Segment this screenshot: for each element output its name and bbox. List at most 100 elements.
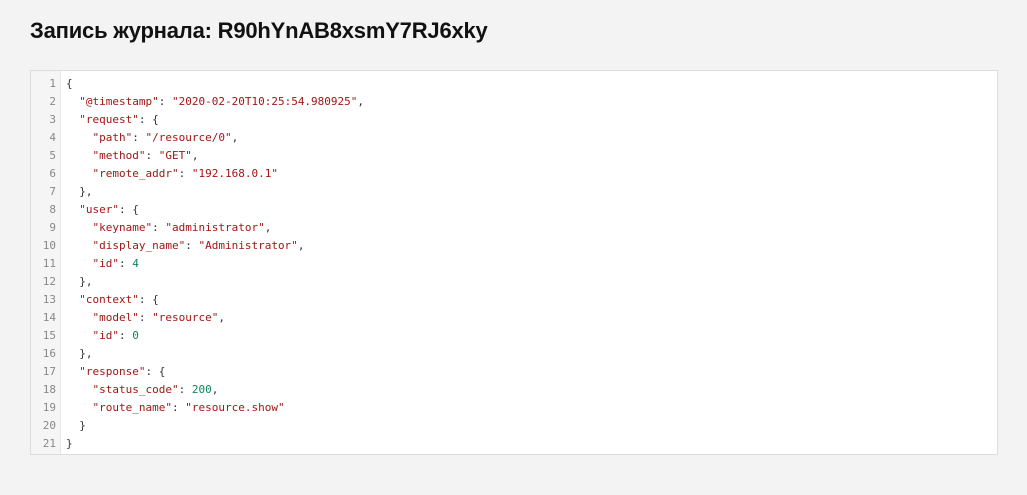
- code-line: 6 "remote_addr": "192.168.0.1": [31, 165, 997, 183]
- json-code-viewer[interactable]: 1{2 "@timestamp": "2020-02-20T10:25:54.9…: [30, 70, 998, 455]
- json-key: "model": [92, 311, 139, 324]
- json-string-value: "/resource/0": [145, 131, 232, 144]
- line-number: 2: [49, 95, 56, 108]
- json-punctuation: ,: [211, 383, 219, 396]
- json-punctuation: [66, 383, 93, 396]
- line-content: "request": {: [56, 111, 158, 129]
- code-line: 1{: [31, 75, 997, 93]
- line-content: },: [56, 273, 93, 291]
- json-punctuation: ,: [357, 95, 365, 108]
- json-key: "path": [92, 131, 133, 144]
- json-punctuation: :: [171, 401, 186, 414]
- line-content: "route_name": "resource.show": [56, 399, 285, 417]
- json-number-value: 200: [191, 383, 212, 396]
- code-line: 8 "user": {: [31, 201, 997, 219]
- json-punctuation: },: [66, 185, 93, 198]
- json-string-value: "resource": [152, 311, 219, 324]
- line-number: 13: [42, 293, 56, 306]
- json-punctuation: },: [66, 275, 93, 288]
- code-line: 3 "request": {: [31, 111, 997, 129]
- json-punctuation: [66, 239, 93, 252]
- json-string-value: "GET": [158, 149, 192, 162]
- json-punctuation: :: [178, 383, 192, 396]
- json-punctuation: :: [119, 257, 133, 270]
- code-line: 18 "status_code": 200,: [31, 381, 997, 399]
- line-content: "status_code": 200,: [56, 381, 219, 399]
- json-punctuation: [66, 257, 93, 270]
- line-number: 12: [42, 275, 56, 288]
- json-punctuation: :: [158, 95, 172, 108]
- json-punctuation: [66, 149, 93, 162]
- json-string-value: "resource.show": [185, 401, 285, 414]
- code-line: 19 "route_name": "resource.show": [31, 399, 997, 417]
- json-punctuation: ,: [218, 311, 225, 324]
- line-number: 1: [49, 77, 56, 90]
- code-line: 7 },: [31, 183, 997, 201]
- code-lines: 1{2 "@timestamp": "2020-02-20T10:25:54.9…: [31, 75, 997, 453]
- json-punctuation: }: [66, 437, 73, 450]
- json-punctuation: :: [185, 239, 199, 252]
- line-number: 11: [42, 257, 56, 270]
- json-punctuation: ,: [191, 149, 199, 162]
- line-content: "@timestamp": "2020-02-20T10:25:54.98092…: [56, 93, 364, 111]
- line-content: "display_name": "Administrator",: [56, 237, 305, 255]
- line-number: 4: [49, 131, 56, 144]
- json-punctuation: [66, 167, 93, 180]
- json-key: "remote_addr": [92, 167, 179, 180]
- line-content: }: [56, 435, 73, 453]
- line-content: },: [56, 345, 93, 363]
- json-key: "response": [79, 365, 146, 378]
- line-content: "response": {: [56, 363, 165, 381]
- json-key: "id": [92, 257, 120, 270]
- code-line: 14 "model": "resource",: [31, 309, 997, 327]
- json-punctuation: [66, 401, 93, 414]
- line-number: 10: [42, 239, 56, 252]
- line-number: 16: [42, 347, 56, 360]
- line-number: 19: [42, 401, 56, 414]
- code-line: 5 "method": "GET",: [31, 147, 997, 165]
- json-punctuation: : {: [145, 365, 166, 378]
- json-number-value: 0: [132, 329, 139, 342]
- json-punctuation: [66, 203, 79, 216]
- json-key: "@timestamp": [79, 95, 159, 108]
- code-line: 16 },: [31, 345, 997, 363]
- line-content: "model": "resource",: [56, 309, 225, 327]
- json-punctuation: [66, 221, 93, 234]
- json-punctuation: : {: [138, 293, 159, 306]
- json-punctuation: : {: [119, 203, 139, 216]
- json-key: "status_code": [92, 383, 179, 396]
- line-number: 14: [42, 311, 56, 324]
- json-punctuation: ,: [297, 239, 305, 252]
- line-content: {: [56, 75, 73, 93]
- json-punctuation: :: [152, 221, 166, 234]
- json-string-value: "2020-02-20T10:25:54.980925": [171, 95, 358, 108]
- line-content: "id": 0: [56, 327, 139, 345]
- line-content: "user": {: [56, 201, 139, 219]
- json-number-value: 4: [132, 257, 139, 270]
- code-line: 2 "@timestamp": "2020-02-20T10:25:54.980…: [31, 93, 997, 111]
- page-title: Запись журнала: R90hYnAB8xsmY7RJ6xky: [30, 18, 488, 43]
- line-content: "method": "GET",: [56, 147, 199, 165]
- json-key: "id": [92, 329, 120, 342]
- line-number: 20: [42, 419, 56, 432]
- code-line: 15 "id": 0: [31, 327, 997, 345]
- line-content: "id": 4: [56, 255, 139, 273]
- line-number: 15: [42, 329, 56, 342]
- json-key: "route_name": [92, 401, 172, 414]
- json-punctuation: [66, 293, 79, 306]
- json-punctuation: [66, 311, 93, 324]
- json-punctuation: {: [66, 77, 73, 90]
- json-punctuation: },: [66, 347, 93, 360]
- json-string-value: "Administrator": [198, 239, 298, 252]
- code-line: 21}: [31, 435, 997, 453]
- code-line: 17 "response": {: [31, 363, 997, 381]
- line-content: "context": {: [56, 291, 159, 309]
- json-punctuation: [66, 131, 93, 144]
- line-number: 9: [49, 221, 56, 234]
- json-punctuation: :: [132, 131, 146, 144]
- json-key: "keyname": [92, 221, 153, 234]
- json-punctuation: :: [145, 149, 159, 162]
- line-number: 18: [42, 383, 56, 396]
- code-line: 20 }: [31, 417, 997, 435]
- line-number: 6: [49, 167, 56, 180]
